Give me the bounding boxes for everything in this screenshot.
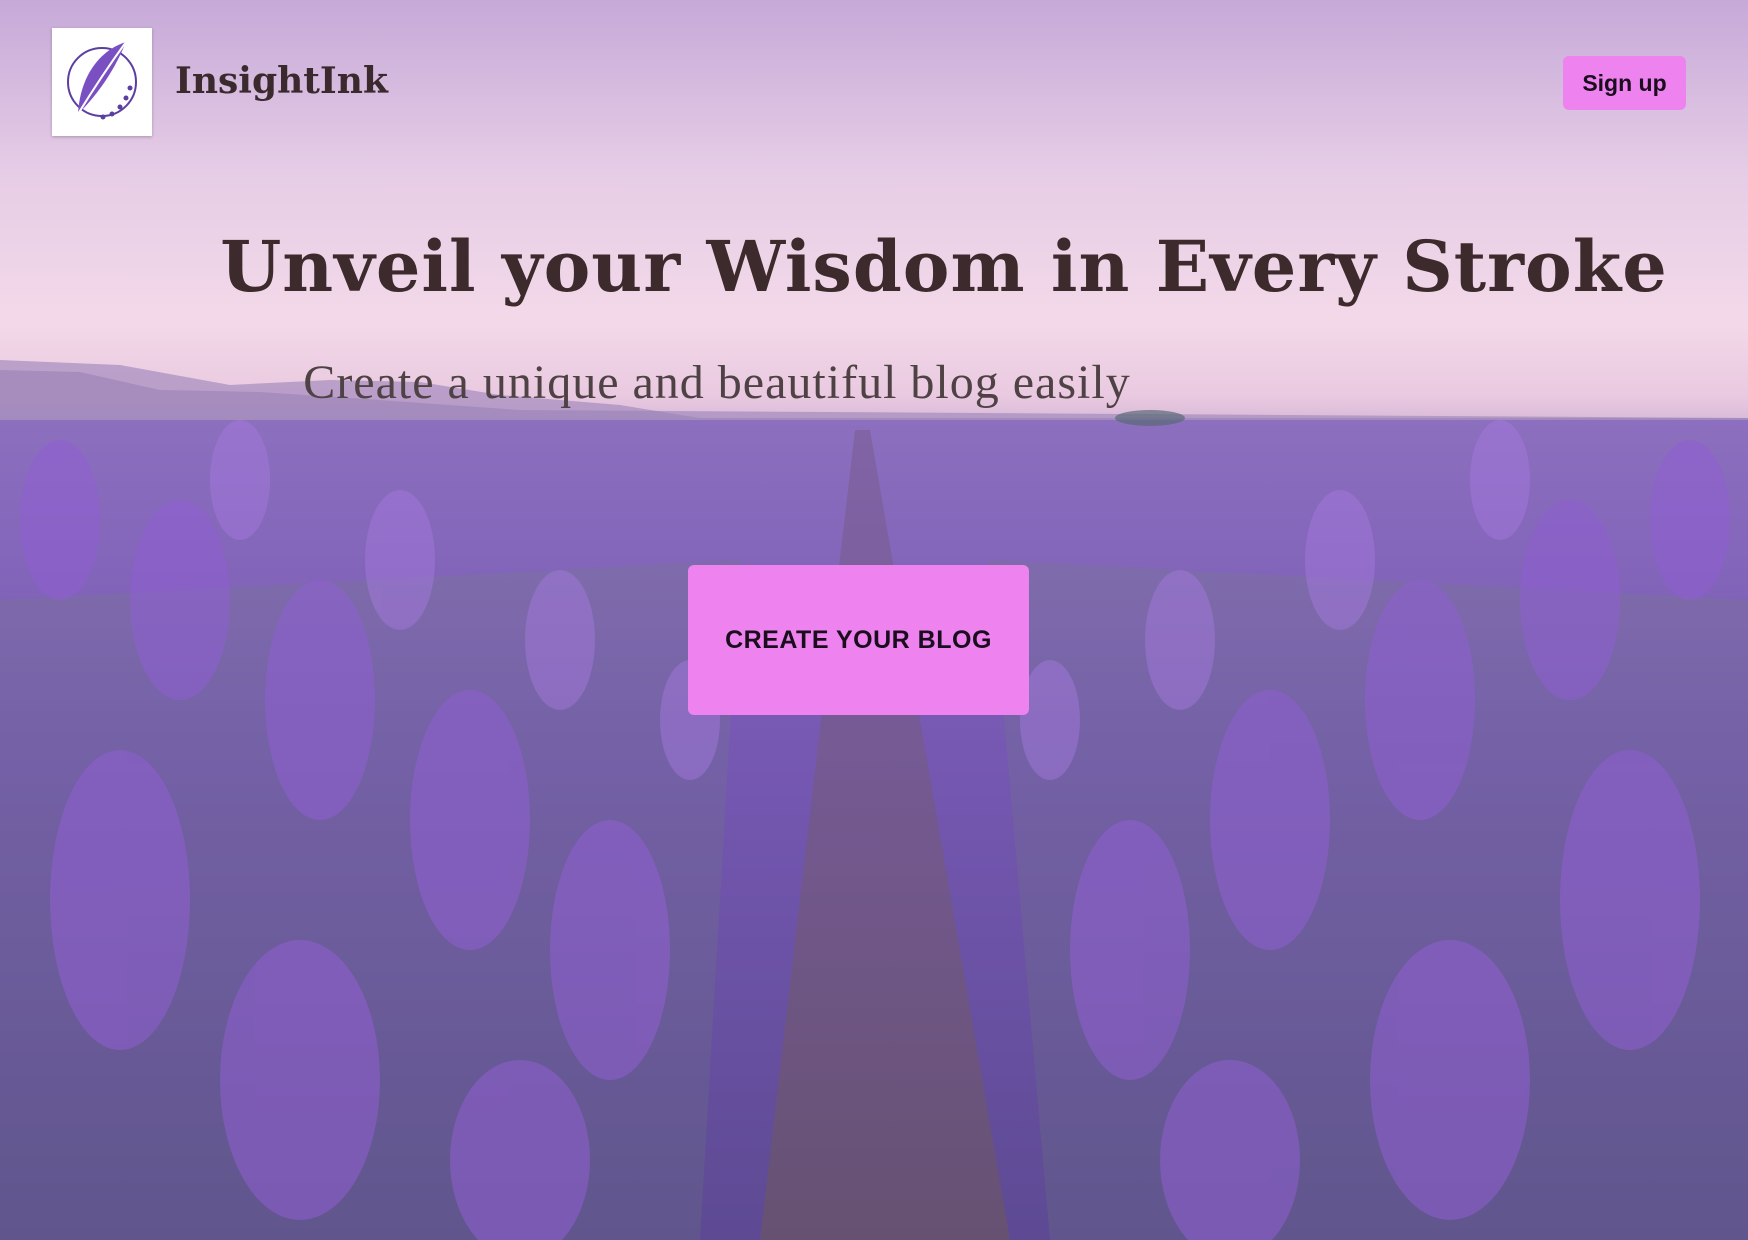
hero-headline: Unveil your Wisdom in Every Stroke — [220, 225, 1668, 308]
feather-quill-icon — [67, 41, 137, 120]
hero-subheadline: Create a unique and beautiful blog easil… — [303, 356, 1131, 409]
signup-button[interactable]: Sign up — [1563, 56, 1686, 110]
brand-name: InsightInk — [175, 60, 388, 102]
logo[interactable] — [52, 28, 152, 136]
create-blog-button[interactable]: CREATE YOUR BLOG — [688, 565, 1029, 715]
top-navbar: InsightInk Sign up — [0, 0, 1748, 150]
